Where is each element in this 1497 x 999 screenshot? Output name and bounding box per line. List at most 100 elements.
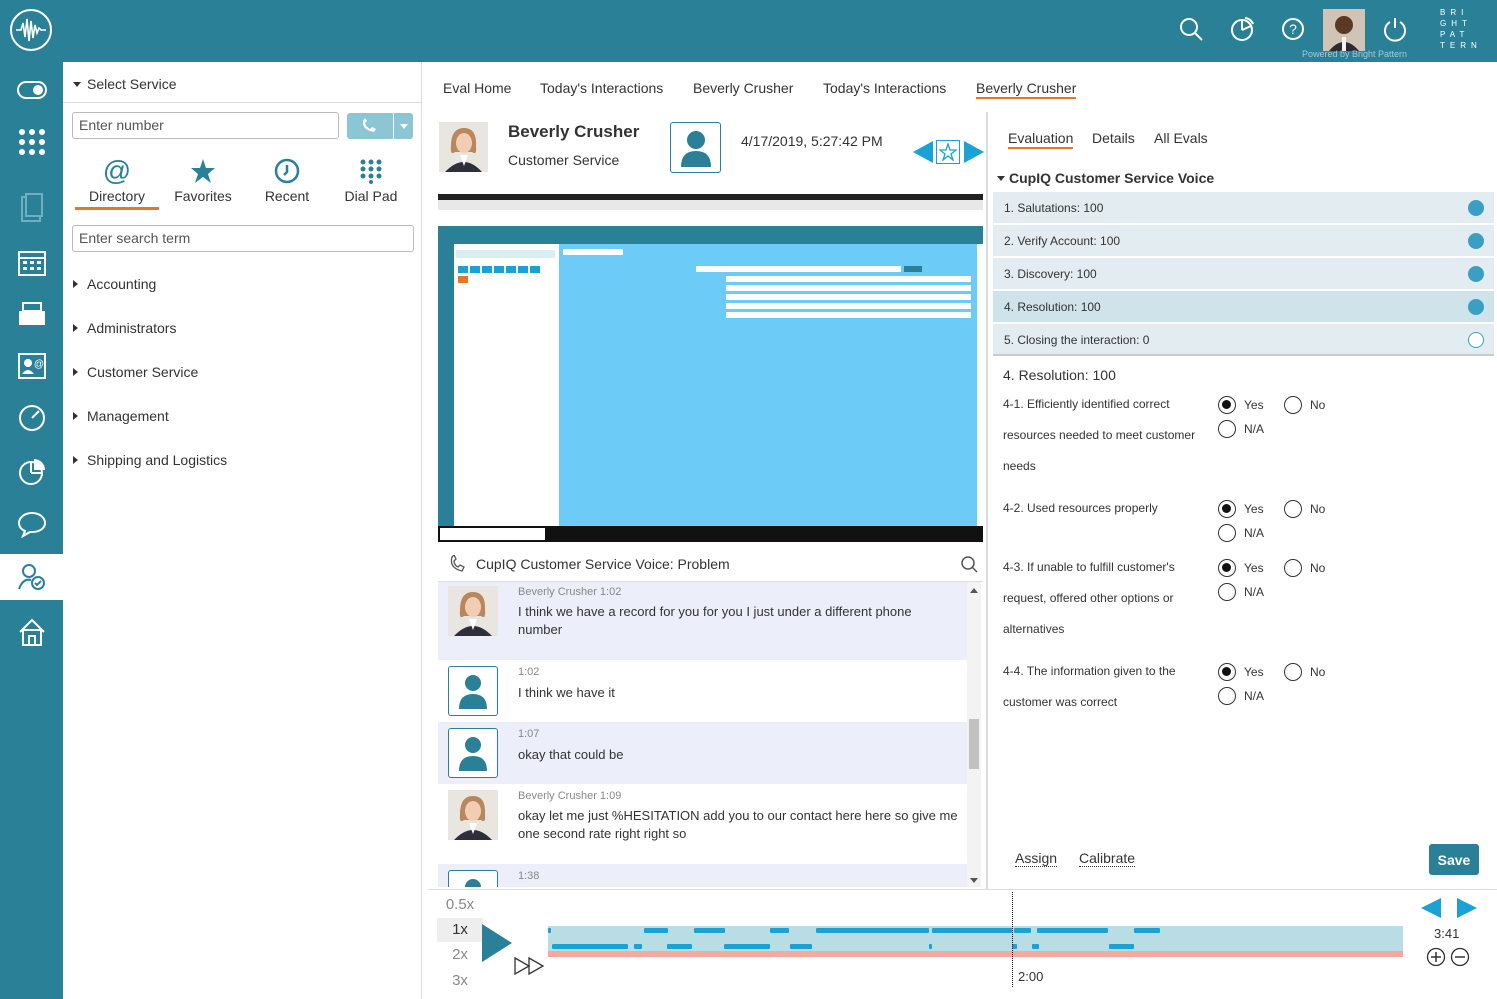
user-avatar[interactable] — [1323, 9, 1365, 51]
tab-beverly-crusher-active[interactable]: Beverly Crusher — [976, 80, 1077, 99]
transcript-message: Beverly Crusher 1:02 I think we have a r… — [438, 582, 967, 660]
eval-section-2[interactable]: 2. Verify Account: 100 — [993, 225, 1494, 257]
tab-todays-interactions-2[interactable]: Today's Interactions — [823, 80, 946, 96]
fast-forward-icon[interactable] — [514, 957, 546, 975]
q2-yes-radio[interactable] — [1218, 500, 1236, 518]
eval-section-4[interactable]: 4. Resolution: 100 — [993, 291, 1494, 323]
tab-eval-home[interactable]: Eval Home — [443, 80, 511, 96]
apps-grid-icon[interactable] — [0, 116, 63, 168]
q4-na-radio[interactable] — [1218, 687, 1236, 705]
play-icon[interactable] — [481, 923, 513, 963]
scroll-up-icon[interactable] — [970, 588, 978, 593]
zoom-in-icon[interactable] — [1426, 947, 1446, 967]
next-interaction-icon[interactable] — [962, 140, 986, 164]
q3-na-radio[interactable] — [1218, 583, 1236, 601]
eval-form-title[interactable]: CupIQ Customer Service Voice — [997, 170, 1214, 186]
speed-0-5x[interactable]: 0.5x — [437, 894, 483, 916]
tab-dial-pad[interactable]: Dial Pad — [329, 158, 413, 204]
q3-no-radio[interactable] — [1284, 559, 1302, 577]
score-filled-icon — [1468, 200, 1484, 216]
tab-beverly-crusher[interactable]: Beverly Crusher — [693, 80, 793, 96]
eval-section-5[interactable]: 5. Closing the interaction: 0 — [993, 324, 1494, 356]
scroll-left-icon[interactable] — [1420, 897, 1442, 919]
speech-segment — [816, 928, 929, 933]
directory-item-management[interactable]: Management — [73, 408, 169, 424]
directory-search-input[interactable]: Enter search term — [72, 225, 414, 252]
documents-icon[interactable] — [0, 182, 63, 234]
save-button[interactable]: Save — [1429, 844, 1479, 875]
customer-avatar-icon — [670, 122, 721, 173]
speed-2x[interactable]: 2x — [437, 944, 483, 966]
inbox-tray-icon[interactable] — [0, 288, 63, 340]
agent-team: Customer Service — [508, 152, 620, 168]
calendar-icon[interactable] — [0, 236, 63, 288]
eval-section-3[interactable]: 3. Discovery: 100 — [993, 258, 1494, 290]
select-service-dropdown[interactable]: Select Service — [73, 76, 176, 92]
q1-na-radio[interactable] — [1218, 420, 1236, 438]
interaction-header: CupIQ Customer Service Voice: Problem — [438, 545, 983, 582]
directory-item-customer-service[interactable]: Customer Service — [73, 364, 198, 380]
scrollbar-thumb[interactable] — [969, 719, 979, 769]
search-icon[interactable] — [1176, 14, 1206, 44]
tab-todays-interactions[interactable]: Today's Interactions — [540, 80, 663, 96]
calibrate-link[interactable]: Calibrate — [1079, 850, 1136, 867]
number-input[interactable]: Enter number — [72, 112, 339, 139]
app-logo-icon[interactable] — [10, 9, 52, 51]
home-icon[interactable] — [0, 606, 63, 658]
question-4-2: 4-2. Used resources properly — [1003, 501, 1158, 515]
previous-interaction-icon[interactable] — [911, 140, 935, 164]
dashboard-chart-icon[interactable] — [1227, 14, 1257, 44]
transcript-message: 1:07 okay that could be — [438, 722, 967, 784]
q2-no-radio[interactable] — [1284, 500, 1302, 518]
score-filled-icon — [1468, 233, 1484, 249]
tab-directory[interactable]: @ Directory — [75, 157, 159, 210]
scroll-down-icon[interactable] — [970, 878, 978, 883]
tab-details[interactable]: Details — [1092, 130, 1135, 146]
q1-no-radio[interactable] — [1284, 396, 1302, 414]
q1-yes-radio[interactable] — [1218, 396, 1236, 414]
powered-by: Powered by Bright Pattern — [1302, 49, 1408, 59]
transcript-scrollbar[interactable] — [967, 582, 981, 887]
timeline-track[interactable] — [548, 926, 1403, 958]
agent-name: Beverly Crusher — [508, 122, 640, 141]
directory-item-accounting[interactable]: Accounting — [73, 276, 156, 292]
dialpad-icon — [360, 159, 382, 184]
assign-link[interactable]: Assign — [1015, 850, 1058, 867]
speed-1x[interactable]: 1x — [437, 918, 483, 942]
star-icon — [191, 159, 215, 183]
quality-management-icon[interactable] — [0, 554, 63, 600]
directory-panel: Select Service Enter number @ Directory … — [63, 62, 422, 999]
tab-evaluation[interactable]: Evaluation — [1008, 130, 1074, 149]
zoom-out-icon[interactable] — [1450, 947, 1470, 967]
directory-item-administrators[interactable]: Administrators — [73, 320, 176, 336]
eval-section-1[interactable]: 1. Salutations: 100 — [993, 192, 1494, 224]
q3-yes-radio[interactable] — [1218, 559, 1236, 577]
interaction-datetime: 4/17/2019, 5:27:42 PM — [741, 133, 883, 149]
q4-yes-radio[interactable] — [1218, 663, 1236, 681]
tab-all-evals[interactable]: All Evals — [1154, 130, 1208, 146]
playhead-cursor[interactable] — [1012, 892, 1013, 987]
help-icon[interactable]: ? — [1278, 14, 1308, 44]
tab-recent[interactable]: Recent — [245, 158, 329, 204]
contacts-icon[interactable]: @ — [0, 340, 63, 392]
search-transcript-icon[interactable] — [960, 555, 978, 573]
score-filled-icon — [1468, 266, 1484, 282]
directory-item-shipping[interactable]: Shipping and Logistics — [73, 452, 227, 468]
status-toggle-icon[interactable] — [0, 64, 63, 116]
reports-pie-icon[interactable] — [0, 446, 63, 498]
brand-logo-text: BRI GHT PAT TERN — [1440, 8, 1482, 50]
call-options-dropdown[interactable] — [394, 113, 413, 139]
gauge-icon[interactable] — [0, 392, 63, 444]
q2-na-radio[interactable] — [1218, 524, 1236, 542]
call-button[interactable] — [347, 113, 393, 139]
chat-icon[interactable] — [0, 498, 63, 550]
bookmark-star-icon[interactable] — [936, 140, 960, 164]
speed-3x[interactable]: 3x — [437, 970, 483, 992]
screen-recording-video[interactable] — [438, 194, 983, 542]
q4-no-radio[interactable] — [1284, 663, 1302, 681]
scroll-right-icon[interactable] — [1456, 897, 1478, 919]
power-icon[interactable] — [1380, 14, 1410, 44]
tab-favorites[interactable]: Favorites — [161, 158, 245, 204]
speech-segment — [1037, 928, 1108, 933]
speech-segment — [634, 944, 642, 949]
